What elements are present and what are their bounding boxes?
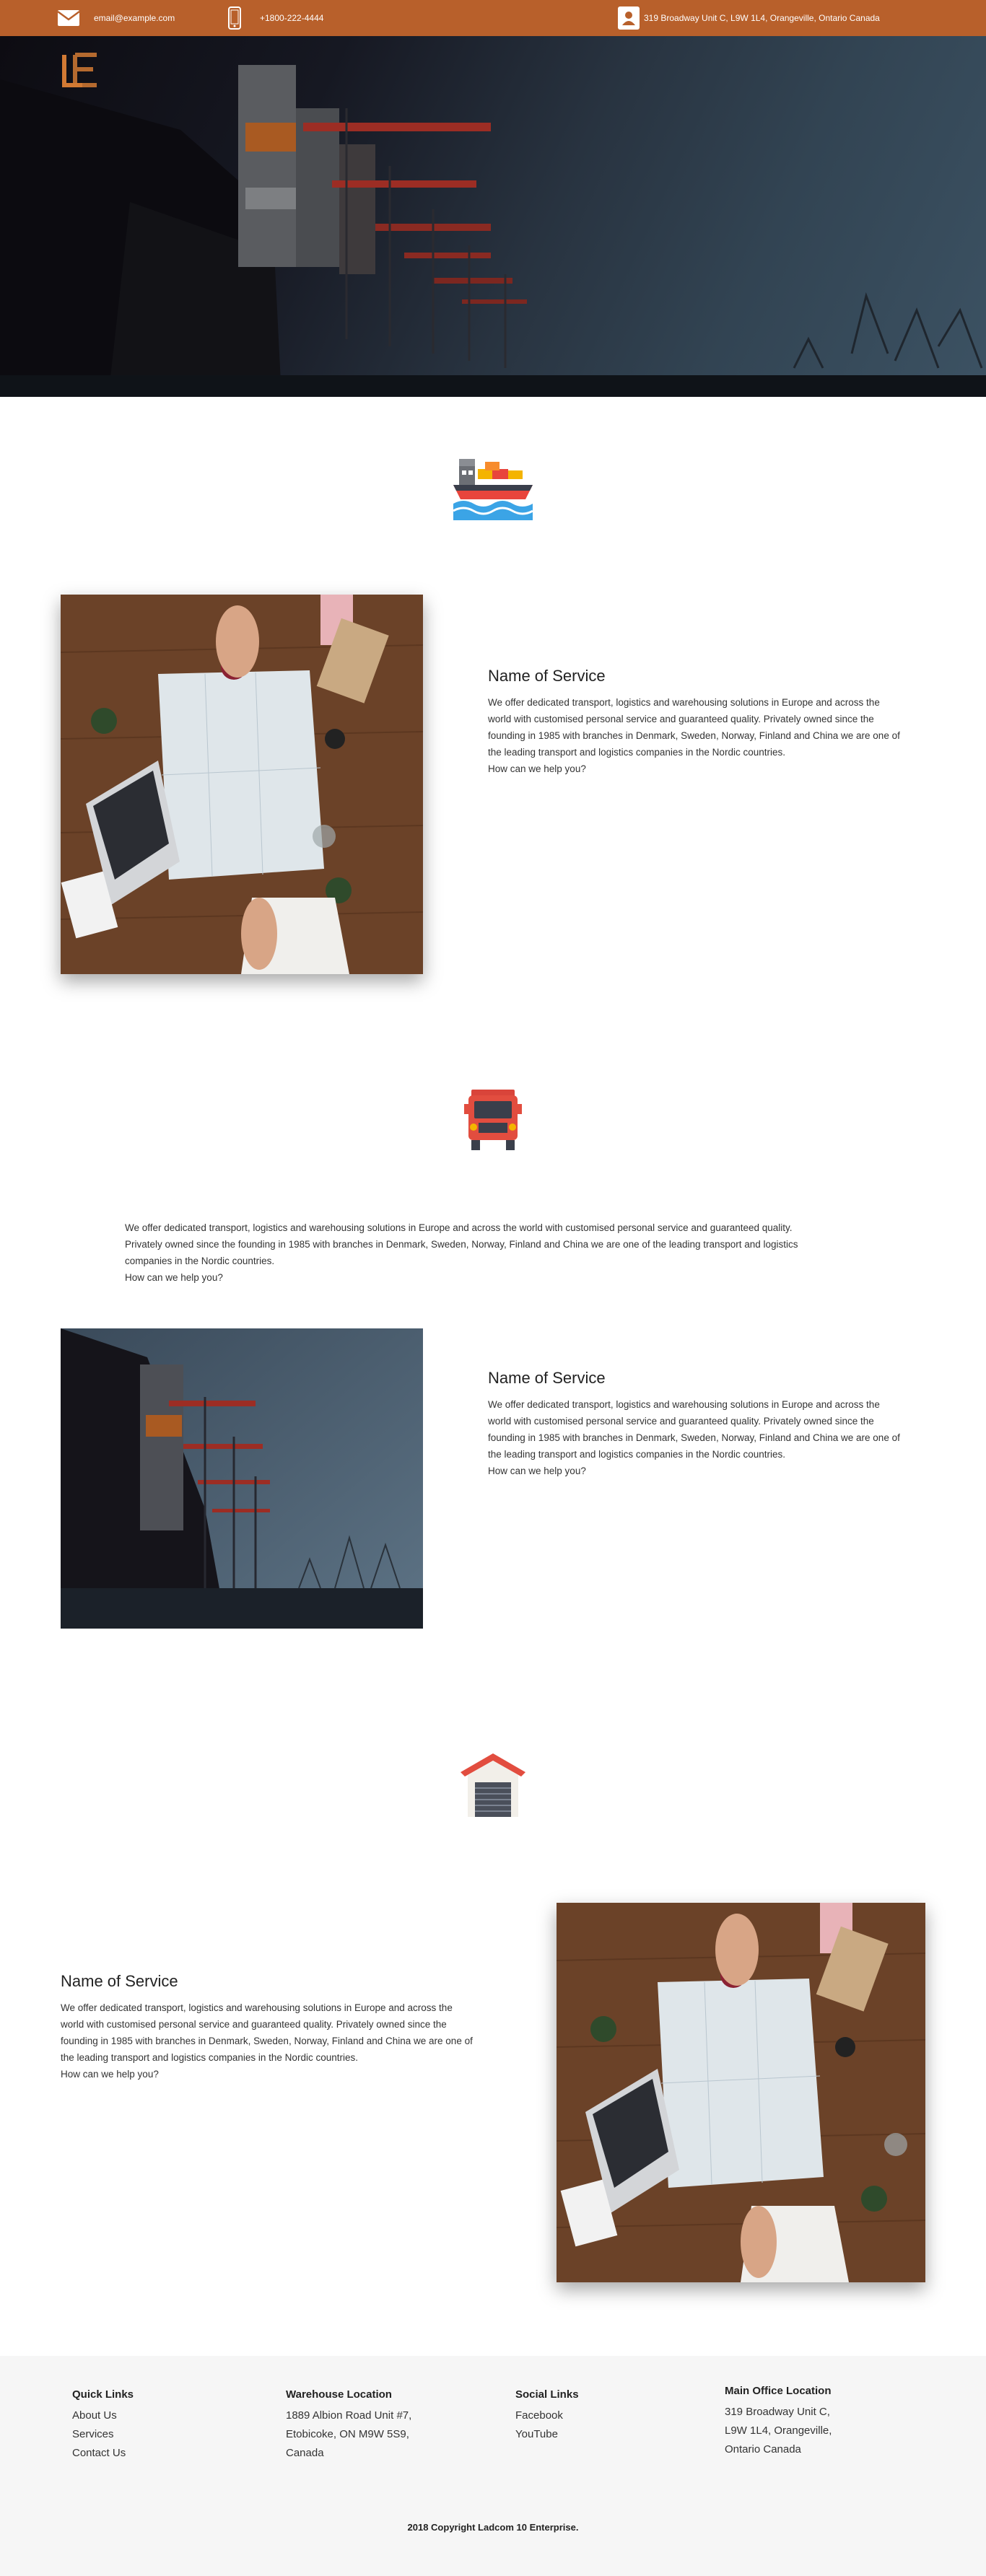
service-photo-map-2 xyxy=(557,1903,925,2282)
warehouse-heading: Warehouse Location xyxy=(286,2388,392,2401)
address-contact: 319 Broadway Unit C, L9W 1L4, Orangevill… xyxy=(618,0,880,36)
hero-banner xyxy=(0,36,986,397)
copyright-text: 2018 Copyright Ladcom 10 Enterprise. xyxy=(407,2522,579,2533)
company-logo[interactable] xyxy=(61,49,100,89)
service-2-title: Name of Service xyxy=(488,1369,606,1387)
service-2-text: Name of Service We offer dedicated trans… xyxy=(488,1369,903,1479)
ship-icon xyxy=(0,459,986,520)
footer-link-facebook[interactable]: Facebook xyxy=(515,2406,579,2425)
contact-card-icon xyxy=(618,6,640,30)
service-2-intro: We offer dedicated transport, logistics … xyxy=(125,1219,818,1286)
footer-main-office: Main Office Location 319 Broadway Unit C… xyxy=(725,2385,832,2459)
quick-links-heading: Quick Links xyxy=(72,2388,134,2401)
service-1-title: Name of Service xyxy=(488,667,606,685)
footer-link-youtube[interactable]: YouTube xyxy=(515,2425,579,2444)
service-row-1: Name of Service We offer dedicated trans… xyxy=(0,595,986,974)
service-1-help[interactable]: How can we help you? xyxy=(488,761,903,777)
phone-text[interactable]: +1800-222-4444 xyxy=(260,13,323,23)
footer-link-services[interactable]: Services xyxy=(72,2425,134,2444)
main-office-line: Ontario Canada xyxy=(725,2443,801,2455)
footer-social-links: Social Links Facebook YouTube xyxy=(515,2388,579,2444)
service-1-body: We offer dedicated transport, logistics … xyxy=(488,697,900,758)
footer-warehouse-location: Warehouse Location 1889 Albion Road Unit… xyxy=(286,2388,411,2463)
warehouse-icon xyxy=(0,1752,986,1817)
site-footer: Quick Links About Us Services Contact Us… xyxy=(0,2356,986,2576)
service-row-2: Name of Service We offer dedicated trans… xyxy=(0,1328,986,1629)
envelope-icon xyxy=(58,7,79,29)
service-3-help[interactable]: How can we help you? xyxy=(61,2066,476,2082)
main-office-line: L9W 1L4, Orangeville, xyxy=(725,2424,832,2437)
top-contact-bar: email@example.com +1800-222-4444 319 Bro… xyxy=(0,0,986,36)
footer-link-about-us[interactable]: About Us xyxy=(72,2406,134,2425)
service-3-body: We offer dedicated transport, logistics … xyxy=(61,2002,473,2063)
mobile-phone-icon xyxy=(224,6,245,30)
footer-link-contact-us[interactable]: Contact Us xyxy=(72,2444,134,2463)
service-row-3: Name of Service We offer dedicated trans… xyxy=(0,1903,986,2282)
warehouse-line: 1889 Albion Road Unit #7, xyxy=(286,2409,412,2422)
service-2-body: We offer dedicated transport, logistics … xyxy=(488,1399,900,1460)
social-heading: Social Links xyxy=(515,2388,579,2401)
email-text[interactable]: email@example.com xyxy=(94,13,175,23)
warehouse-line: Etobicoke, ON M9W 5S9, xyxy=(286,2428,409,2440)
service-2-intro-body: We offer dedicated transport, logistics … xyxy=(125,1222,798,1266)
address-text: 319 Broadway Unit C, L9W 1L4, Orangevill… xyxy=(644,13,880,23)
warehouse-line: Canada xyxy=(286,2447,324,2459)
service-2-intro-help[interactable]: How can we help you? xyxy=(125,1269,818,1286)
footer-quick-links: Quick Links About Us Services Contact Us xyxy=(72,2388,134,2463)
service-3-text: Name of Service We offer dedicated trans… xyxy=(61,1972,476,2082)
service-2-help[interactable]: How can we help you? xyxy=(488,1463,903,1479)
service-photo-map xyxy=(61,595,423,974)
email-contact[interactable]: email@example.com xyxy=(58,0,175,36)
service-photo-port xyxy=(61,1328,423,1629)
main-office-heading: Main Office Location xyxy=(725,2385,832,2397)
truck-icon xyxy=(0,1090,986,1150)
service-1-text: Name of Service We offer dedicated trans… xyxy=(488,667,903,777)
main-office-line: 319 Broadway Unit C, xyxy=(725,2406,830,2418)
hero-port-image xyxy=(0,65,986,397)
service-3-title: Name of Service xyxy=(61,1972,178,1990)
phone-contact[interactable]: +1800-222-4444 xyxy=(224,0,323,36)
